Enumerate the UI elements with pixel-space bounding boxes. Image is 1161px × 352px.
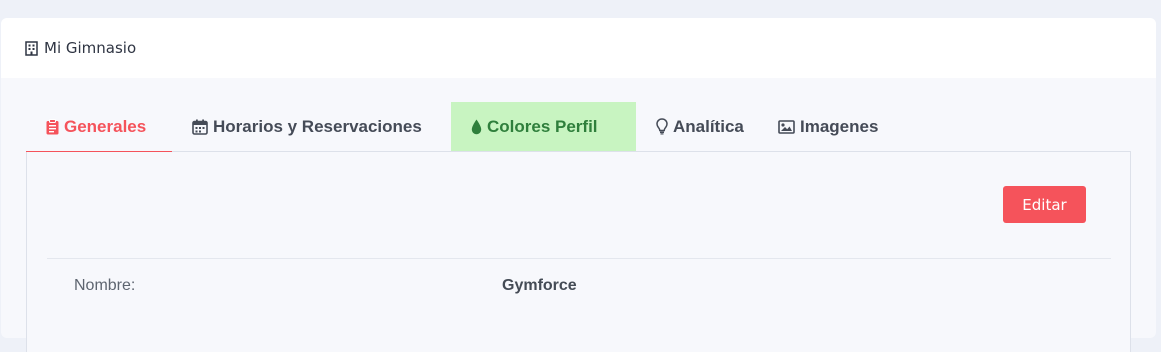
clipboard-icon <box>46 118 59 135</box>
card-body: Generales Horarios y Reservaciones Color… <box>1 78 1156 352</box>
lightbulb-icon <box>656 118 668 135</box>
card-header: Mi Gimnasio <box>1 18 1156 78</box>
tab-horarios[interactable]: Horarios y Reservaciones <box>172 102 451 151</box>
field-label: Nombre: <box>74 277 136 294</box>
tab-label: Colores Perfil <box>487 116 598 136</box>
tab-label: Horarios y Reservaciones <box>213 116 422 136</box>
edit-button[interactable]: Editar <box>1003 186 1086 223</box>
tab-analitica[interactable]: Analítica <box>636 102 758 151</box>
tab-generales[interactable]: Generales <box>26 102 172 153</box>
tab-label: Generales <box>64 116 147 136</box>
field-value: Gymforce <box>502 277 577 294</box>
gym-card: Mi Gimnasio Generales Horarios y Reserva… <box>1 18 1156 352</box>
tab-label: Imagenes <box>800 116 879 136</box>
tab-bar: Generales Horarios y Reservaciones Color… <box>26 102 1131 153</box>
calendar-icon <box>192 119 208 135</box>
image-icon <box>778 119 795 134</box>
tab-colores-perfil[interactable]: Colores Perfil <box>451 102 636 151</box>
building-icon <box>25 40 38 56</box>
tab-label: Analítica <box>673 116 744 136</box>
card-title-text: Mi Gimnasio <box>44 39 137 57</box>
tab-imagenes[interactable]: Imagenes <box>758 102 888 151</box>
droplet-icon <box>471 119 482 135</box>
generales-panel: Editar Nombre: Gymforce <box>26 152 1131 352</box>
card-title: Mi Gimnasio <box>25 39 136 57</box>
field-row: Nombre: Gymforce <box>47 258 1111 314</box>
